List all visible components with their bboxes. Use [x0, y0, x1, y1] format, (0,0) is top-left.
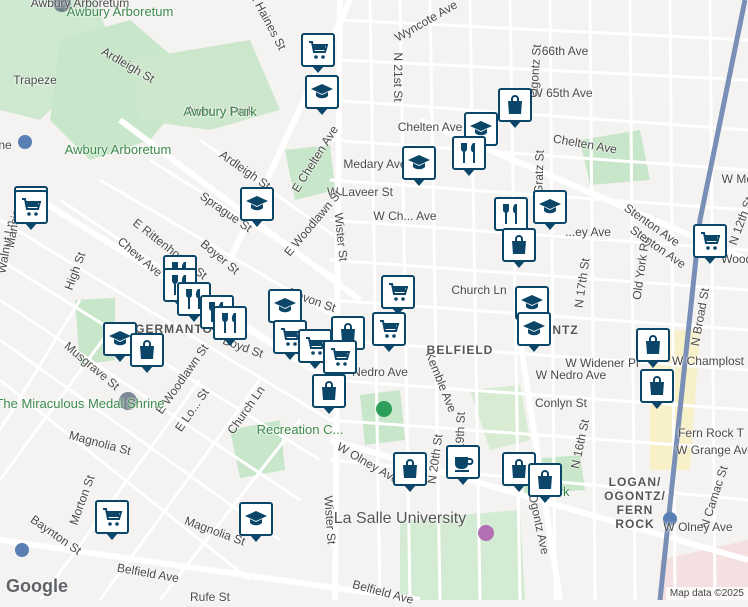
poi-pin-restaurant[interactable]	[213, 306, 247, 346]
poi-pin-cart[interactable]	[693, 224, 727, 264]
place-label[interactable]: La Salle University	[334, 510, 467, 528]
street-label: Nedro Ave	[352, 365, 408, 379]
cart-icon	[19, 195, 43, 219]
street-label: Fern Rock T	[678, 426, 744, 440]
poi-pin-school[interactable]	[268, 289, 302, 329]
park-area	[360, 390, 405, 445]
poi-pin-coffee[interactable]	[446, 445, 480, 485]
street-label: W Nedro Ave	[535, 368, 607, 382]
cart-icon	[698, 229, 722, 253]
map-attribution: Map data ©2025	[665, 587, 748, 600]
poi-pin-cart[interactable]	[323, 340, 357, 380]
school-icon	[245, 192, 269, 216]
school-icon	[273, 294, 297, 318]
street-label: Church Ln	[451, 283, 507, 297]
shopping-bag-icon	[135, 338, 159, 362]
street-label: W Ch... Ave	[373, 209, 437, 223]
place-label[interactable]: Recreation C...	[257, 422, 344, 437]
place-label[interactable]: Awbury Park	[183, 104, 256, 119]
cart-icon	[306, 38, 330, 62]
street-label: Medary Ave	[343, 157, 407, 171]
poi-pin-cart[interactable]	[301, 33, 335, 73]
restaurant-icon	[218, 311, 242, 335]
school-icon	[244, 507, 268, 531]
street-label: W Grange Ave	[676, 443, 748, 457]
street-label: W Champlost	[671, 354, 745, 368]
shopping-bag-icon	[507, 233, 531, 257]
restaurant-icon	[499, 202, 523, 226]
restaurant-icon	[457, 141, 481, 165]
place-label[interactable]: BELFIELD	[427, 343, 494, 357]
street-label: W Mc...	[721, 172, 748, 186]
school-icon	[538, 195, 562, 219]
shopping-bag-icon	[398, 457, 422, 481]
poi-pin-school[interactable]	[517, 312, 551, 352]
poi-pin-shopping-bag[interactable]	[130, 333, 164, 373]
poi-pin-school[interactable]	[240, 187, 274, 227]
place-label[interactable]: Awbury Arboretum	[65, 142, 172, 157]
poi-pin-shopping-bag[interactable]	[393, 452, 427, 492]
poi-pin-restaurant[interactable]	[494, 197, 528, 237]
cart-icon	[100, 505, 124, 529]
cart-icon	[386, 280, 410, 304]
street-label: Chelten Ave	[397, 120, 463, 134]
shopping-bag-icon	[533, 468, 557, 492]
poi-pin-cart[interactable]	[95, 500, 129, 540]
poi-pin-shopping-bag[interactable]	[312, 374, 346, 414]
shopping-bag-icon	[641, 333, 665, 357]
street-label: Conlyn St	[534, 396, 588, 410]
shopping-bag-icon	[645, 374, 669, 398]
place-label[interactable]: Trapeze	[13, 73, 57, 87]
place-label[interactable]: The Miraculous Medal Shrine	[0, 396, 165, 411]
street-label: ...ey Ave	[565, 225, 611, 239]
street-label: 66th Ave	[541, 44, 589, 58]
poi-pin-school[interactable]	[239, 502, 273, 542]
google-logo: Google	[6, 576, 68, 596]
shopping-bag-icon	[317, 379, 341, 403]
poi-pin-school[interactable]	[533, 190, 567, 230]
coffee-icon	[451, 450, 475, 474]
shopping-bag-icon	[503, 93, 527, 117]
poi-pin-shopping-bag[interactable]	[640, 369, 674, 409]
school-icon	[522, 317, 546, 341]
street-label: Rufe St	[189, 590, 231, 604]
cart-icon	[328, 345, 352, 369]
place-label[interactable]: LOGAN/ OGONTZ/ FERN ROCK	[595, 475, 675, 531]
poi-pin-shopping-bag[interactable]	[498, 88, 532, 128]
recreation-center-marker[interactable]	[376, 401, 392, 417]
poi-pin-shopping-bag[interactable]	[636, 328, 670, 368]
street-label: N 21st St	[391, 52, 405, 102]
poi-pin-cart[interactable]	[372, 312, 406, 352]
university-marker[interactable]	[478, 525, 494, 541]
school-icon	[108, 327, 132, 351]
school-icon	[407, 151, 431, 175]
poi-pin-cart[interactable]	[14, 190, 48, 230]
cart-icon	[377, 317, 401, 341]
place-label[interactable]: Awbury Arboretum	[67, 4, 174, 19]
poi-pin-cart[interactable]	[381, 275, 415, 315]
poi-pin-restaurant[interactable]	[452, 136, 486, 176]
street-label: ne	[0, 138, 12, 152]
poi-pin-school[interactable]	[305, 75, 339, 115]
poi-pin-shopping-bag[interactable]	[502, 228, 536, 268]
poi-pin-school[interactable]	[402, 146, 436, 186]
school-icon	[310, 80, 334, 104]
street-label: Gratz St	[531, 149, 547, 195]
poi-pin-shopping-bag[interactable]	[528, 463, 562, 503]
